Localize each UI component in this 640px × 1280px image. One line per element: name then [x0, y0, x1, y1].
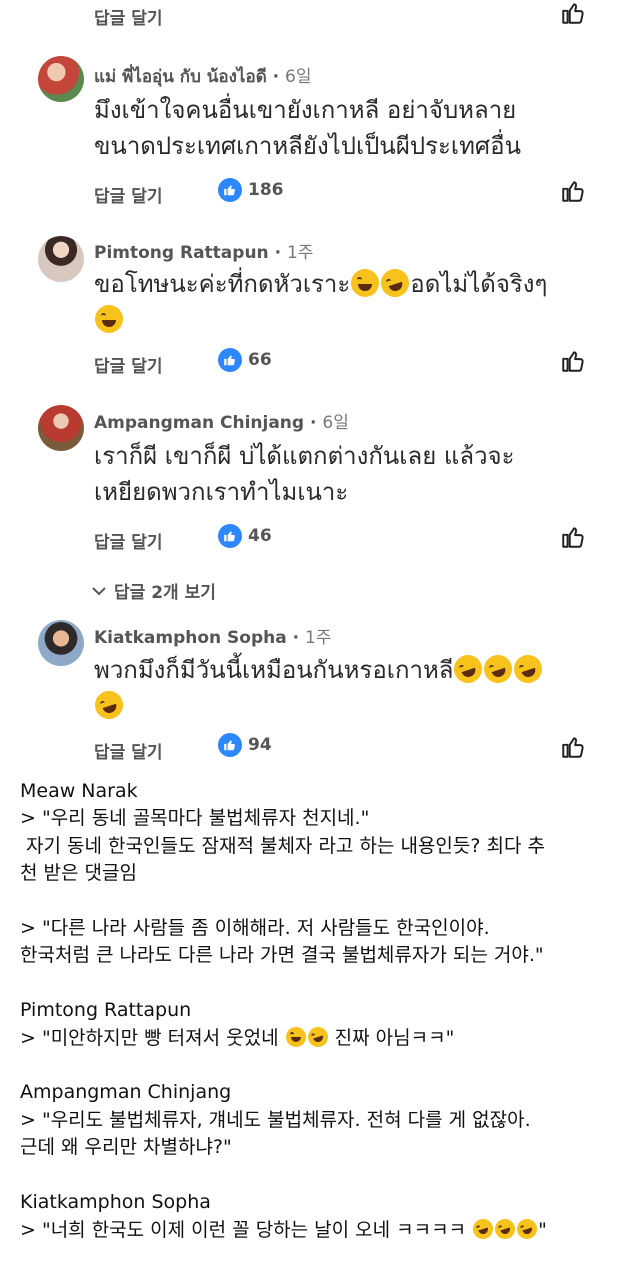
reply-link[interactable]: 답글 달기 — [94, 528, 162, 553]
caption-quote: > "우리 동네 골목마다 불법체류자 천지네." — [20, 807, 370, 830]
comment-author[interactable]: แม่ พี่ไออุ่น กับ น้องไอดี · 6일 — [94, 62, 312, 90]
like-count[interactable]: 46 — [218, 524, 272, 548]
reply-link[interactable]: 답글 달기 — [94, 352, 162, 377]
avatar[interactable] — [38, 405, 84, 451]
comment-body: ขอโทษนะค่ะที่กดหัวเราะ อดไม่ได้จริงๆ — [94, 265, 547, 338]
laughing-emoji-icon — [285, 1026, 306, 1047]
translation-caption: Meaw Narak > "우리 동네 골목마다 불법체류자 천지네." 자기 … — [20, 778, 630, 1244]
like-thumb-icon[interactable] — [560, 178, 586, 204]
chevron-down-icon — [92, 586, 106, 595]
caption-name: Ampangman Chinjang — [20, 1081, 232, 1104]
grinning-emoji-icon — [95, 305, 123, 333]
caption-quote: 근데 왜 우리만 차별하냐?" — [20, 1136, 232, 1159]
comment-body: พวกมึงก็มีวันนี้เหมือนกันหรอเกาหลี — [91, 651, 547, 724]
avatar[interactable] — [38, 620, 84, 666]
rofl-emoji-icon — [480, 651, 517, 687]
reply-link[interactable]: 답글 달기 — [94, 738, 162, 763]
avatar[interactable] — [38, 236, 84, 282]
like-count[interactable]: 66 — [218, 348, 272, 372]
avatar[interactable] — [38, 56, 84, 102]
comment-author[interactable]: Ampangman Chinjang · 6일 — [94, 408, 349, 433]
caption-name: Meaw Narak — [20, 780, 138, 802]
caption-name: Kiatkamphon Sopha — [20, 1191, 211, 1214]
like-badge-icon — [218, 178, 242, 202]
like-thumb-icon[interactable] — [560, 734, 586, 760]
caption-quote: > "우리도 불법체류자, 걔네도 불법체류자. 전혀 다를 게 없잖아. — [20, 1108, 531, 1131]
rofl-emoji-icon — [377, 265, 413, 301]
caption-quote: > "너희 한국도 이제 이런 꼴 당하는 날이 오네 ㅋㅋㅋㅋ " — [20, 1215, 630, 1244]
caption-name: Pimtong Rattapun — [20, 999, 192, 1022]
rofl-emoji-icon — [305, 1024, 331, 1050]
rofl-emoji-icon — [450, 651, 487, 687]
caption-quote: > "미안하지만 빵 터져서 웃었네 진짜 아님ㅋㅋ" — [20, 1024, 630, 1052]
comment-body: มึงเข้าใจคนอื่นเขายังเกาหลี อย่าจับหลายข… — [94, 96, 521, 160]
caption-note: 자기 동네 한국인들도 잠재적 불체자 라고 하는 내용인듯? 최다 추 — [20, 834, 545, 857]
like-thumb-icon[interactable] — [560, 0, 586, 26]
view-replies-button[interactable]: 답글 2개 보기 — [92, 578, 216, 603]
like-badge-icon — [218, 733, 242, 757]
rofl-emoji-icon — [514, 1215, 540, 1242]
comment-author[interactable]: Pimtong Rattapun · 1주 — [94, 238, 313, 263]
caption-quote: > "다른 나라 사람들 좀 이해해라. 저 사람들도 한국인이야. — [20, 917, 490, 940]
laughing-emoji-icon — [351, 269, 380, 297]
rofl-emoji-icon — [91, 687, 127, 723]
like-badge-icon — [218, 524, 242, 548]
comment-body: เราก็ผี เขาก็ผี บ่ได้แตกต่างกันเลย แล้วจ… — [94, 442, 515, 506]
caption-note: 천 받은 댓글임 — [20, 862, 137, 885]
like-badge-icon — [218, 348, 242, 372]
reply-link[interactable]: 답글 달기 — [94, 182, 162, 207]
like-thumb-icon[interactable] — [560, 348, 586, 374]
like-count[interactable]: 94 — [218, 733, 272, 757]
rofl-emoji-icon — [492, 1215, 518, 1242]
reply-link[interactable]: 답글 달기 — [94, 4, 162, 29]
like-thumb-icon[interactable] — [560, 524, 586, 550]
rofl-emoji-icon — [510, 651, 547, 687]
like-count[interactable]: 186 — [218, 178, 284, 202]
caption-quote: 한국처럼 큰 나라도 다른 나라 가면 결국 불법체류자가 되는 거야." — [20, 944, 544, 967]
rofl-emoji-icon — [470, 1215, 496, 1242]
comment-author[interactable]: Kiatkamphon Sopha · 1주 — [94, 623, 332, 648]
